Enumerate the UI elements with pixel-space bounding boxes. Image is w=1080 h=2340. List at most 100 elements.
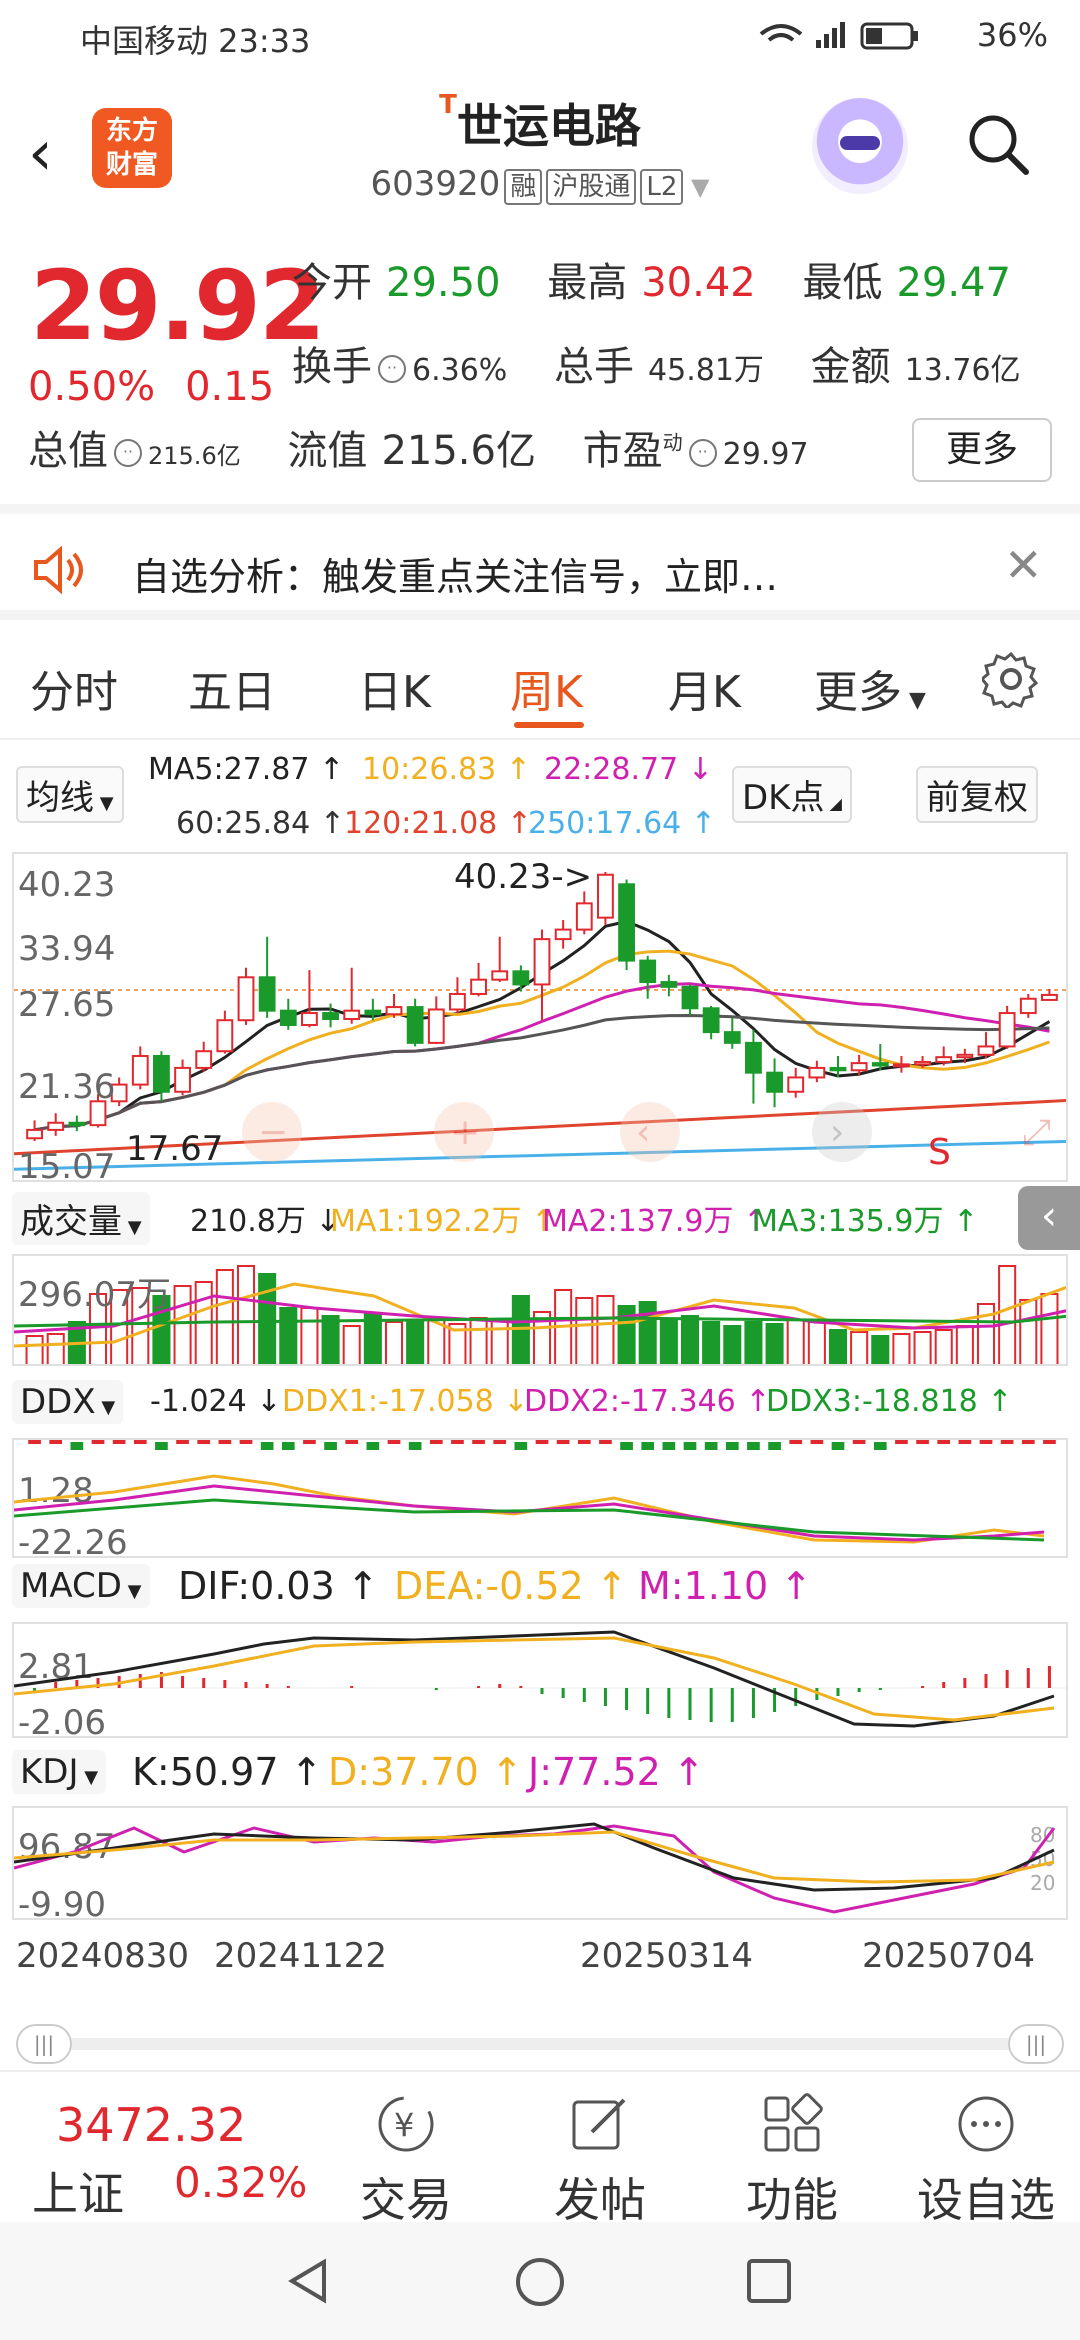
ma-select[interactable]: 均线 ▼ bbox=[16, 766, 124, 823]
ddx-bar bbox=[937, 1440, 951, 1444]
volume-bar bbox=[680, 1315, 700, 1364]
scroll-handle-left[interactable]: ||| bbox=[16, 2024, 72, 2064]
ddx-bar bbox=[345, 1440, 359, 1444]
assistant-avatar[interactable] bbox=[812, 98, 908, 194]
date-label-4: 20250704 bbox=[862, 1936, 1036, 1976]
yuan-icon: ¥ bbox=[378, 2096, 434, 2152]
kline-chart[interactable]: 40.23 33.94 27.65 21.36 15.07 40.23-> 17… bbox=[12, 852, 1068, 1182]
kdj-select[interactable]: KDJ ▼ bbox=[12, 1750, 107, 1794]
ddx-bar bbox=[641, 1442, 655, 1450]
ddx-bar bbox=[303, 1440, 316, 1444]
macd-select[interactable]: MACD ▼ bbox=[12, 1564, 150, 1608]
quote-row-1: 今开 29.50 最高 30.42 最低 29.47 bbox=[292, 260, 1011, 306]
ddx-bar bbox=[852, 1440, 866, 1444]
ddx-bar bbox=[324, 1442, 337, 1450]
functions-button[interactable]: 功能 bbox=[722, 2092, 862, 2230]
ma250-value: 250:17.64 ↑ bbox=[528, 806, 716, 841]
tag-margin: 融 bbox=[504, 169, 543, 205]
more-button[interactable]: 更多 bbox=[912, 418, 1052, 482]
ddx-bar bbox=[599, 1440, 612, 1444]
candle-body bbox=[491, 970, 509, 981]
volume-select[interactable]: 成交量 ▼ bbox=[12, 1192, 150, 1245]
y-label-2: 33.94 bbox=[18, 929, 115, 969]
eye-icon[interactable]: ·· bbox=[114, 439, 142, 467]
index-pct[interactable]: 0.32% bbox=[174, 2158, 307, 2207]
ddx-bar bbox=[577, 1440, 591, 1444]
ddx-select[interactable]: DDX ▼ bbox=[12, 1380, 124, 1424]
ddx-bar bbox=[895, 1440, 908, 1444]
kdj-chart[interactable]: 96.87 -9.90 80 50 20 bbox=[12, 1806, 1068, 1920]
ddx-bar bbox=[429, 1440, 443, 1444]
nav-home-icon[interactable] bbox=[514, 2256, 566, 2308]
trade-button[interactable]: ¥ 交易 bbox=[336, 2092, 476, 2230]
analysis-notice[interactable]: 自选分析：触发重点关注信号，立即… ✕ bbox=[0, 504, 1080, 620]
tab-daily-k[interactable]: 日K bbox=[358, 656, 431, 720]
dk-point-button[interactable]: DK点 ◢ bbox=[732, 766, 852, 823]
adjust-button[interactable]: 前复权 bbox=[916, 766, 1038, 823]
candle-body bbox=[406, 1006, 424, 1044]
ddx-bar bbox=[873, 1442, 887, 1450]
nav-back-icon[interactable] bbox=[284, 2256, 334, 2306]
ddx-bar bbox=[28, 1440, 41, 1444]
macd-chart[interactable]: 2.81 -2.06 bbox=[12, 1622, 1068, 1738]
volume-bar bbox=[702, 1321, 721, 1364]
candle-body bbox=[935, 1056, 953, 1063]
ma22-value: 22:28.77 ↓ bbox=[544, 752, 713, 787]
volume-bar bbox=[744, 1321, 763, 1364]
scroll-handle-right[interactable]: ||| bbox=[1008, 2024, 1064, 2064]
volume-bar bbox=[575, 1297, 594, 1364]
candle-body bbox=[216, 1019, 234, 1053]
collapse-sidebar-button[interactable]: ‹ bbox=[1018, 1186, 1080, 1250]
candle-body bbox=[871, 1062, 889, 1067]
y-label-4: 21.36 bbox=[18, 1067, 115, 1107]
volume-bar bbox=[300, 1307, 319, 1364]
gear-icon[interactable] bbox=[982, 650, 1040, 708]
tab-more[interactable]: 更多 ▼ bbox=[814, 656, 926, 720]
candle-body bbox=[174, 1066, 191, 1093]
close-icon[interactable]: ✕ bbox=[1004, 538, 1043, 592]
ddx-bar bbox=[556, 1440, 570, 1444]
eye-icon[interactable]: ·· bbox=[688, 439, 717, 467]
ddx-chart[interactable]: 1.28 -22.26 bbox=[12, 1438, 1068, 1558]
volume-bar bbox=[279, 1307, 298, 1364]
ma60-value: 60:25.84 ↑ bbox=[176, 806, 345, 841]
volume-bar bbox=[173, 1285, 192, 1364]
candle-body bbox=[956, 1053, 974, 1059]
notice-text: 自选分析：触发重点关注信号，立即… bbox=[132, 555, 779, 599]
tab-five-day[interactable]: 五日 bbox=[188, 656, 276, 720]
tab-intraday[interactable]: 分时 bbox=[30, 656, 118, 720]
ddx-bar bbox=[366, 1442, 380, 1450]
volume-bar bbox=[236, 1265, 256, 1364]
chevron-down-icon[interactable]: ▼ bbox=[683, 173, 709, 201]
chart-range-scrollbar[interactable]: ||| ||| bbox=[16, 2024, 1064, 2064]
ddx-bar bbox=[218, 1440, 232, 1444]
macd-y-label-min: -2.06 bbox=[18, 1703, 106, 1738]
index-value[interactable]: 3472.32 bbox=[56, 2098, 246, 2152]
tag-l2[interactable]: L2 bbox=[640, 169, 684, 205]
kdj-level-20: 20 bbox=[1030, 1871, 1055, 1895]
stock-name: 世运电路 bbox=[456, 99, 641, 153]
quote-panel: 29.92 0.50% 0.15 今开 29.50 最高 30.42 最低 29.47 … bbox=[0, 222, 1080, 504]
nav-recents-icon[interactable] bbox=[744, 2256, 794, 2306]
ddx-bar bbox=[831, 1442, 845, 1450]
ddx-bar bbox=[112, 1440, 126, 1444]
volume-bar bbox=[659, 1319, 678, 1364]
volume-chart[interactable]: 296.07万 bbox=[12, 1254, 1068, 1366]
add-watchlist-button[interactable]: 设自选 bbox=[906, 2092, 1066, 2230]
ddx-bar bbox=[747, 1442, 760, 1450]
candle-body bbox=[26, 1128, 43, 1140]
index-name[interactable]: 上证 bbox=[32, 2158, 124, 2224]
kdj-d: D:37.70 ↑ bbox=[328, 1750, 523, 1794]
macd-dea: DEA:-0.52 ↑ bbox=[394, 1564, 628, 1608]
dea-line bbox=[14, 1636, 1055, 1722]
volume-bar bbox=[892, 1333, 911, 1364]
post-button[interactable]: 发帖 bbox=[530, 2092, 670, 2230]
tab-weekly-k[interactable]: 周K bbox=[510, 656, 583, 720]
ddx-bar bbox=[197, 1440, 211, 1444]
volume-bar bbox=[998, 1265, 1017, 1364]
search-icon[interactable] bbox=[966, 112, 1030, 176]
eye-icon[interactable]: ·· bbox=[378, 355, 406, 383]
ddx-bar bbox=[493, 1440, 507, 1444]
tab-monthly-k[interactable]: 月K bbox=[668, 656, 741, 720]
kdj-k: K:50.97 ↑ bbox=[132, 1750, 323, 1794]
